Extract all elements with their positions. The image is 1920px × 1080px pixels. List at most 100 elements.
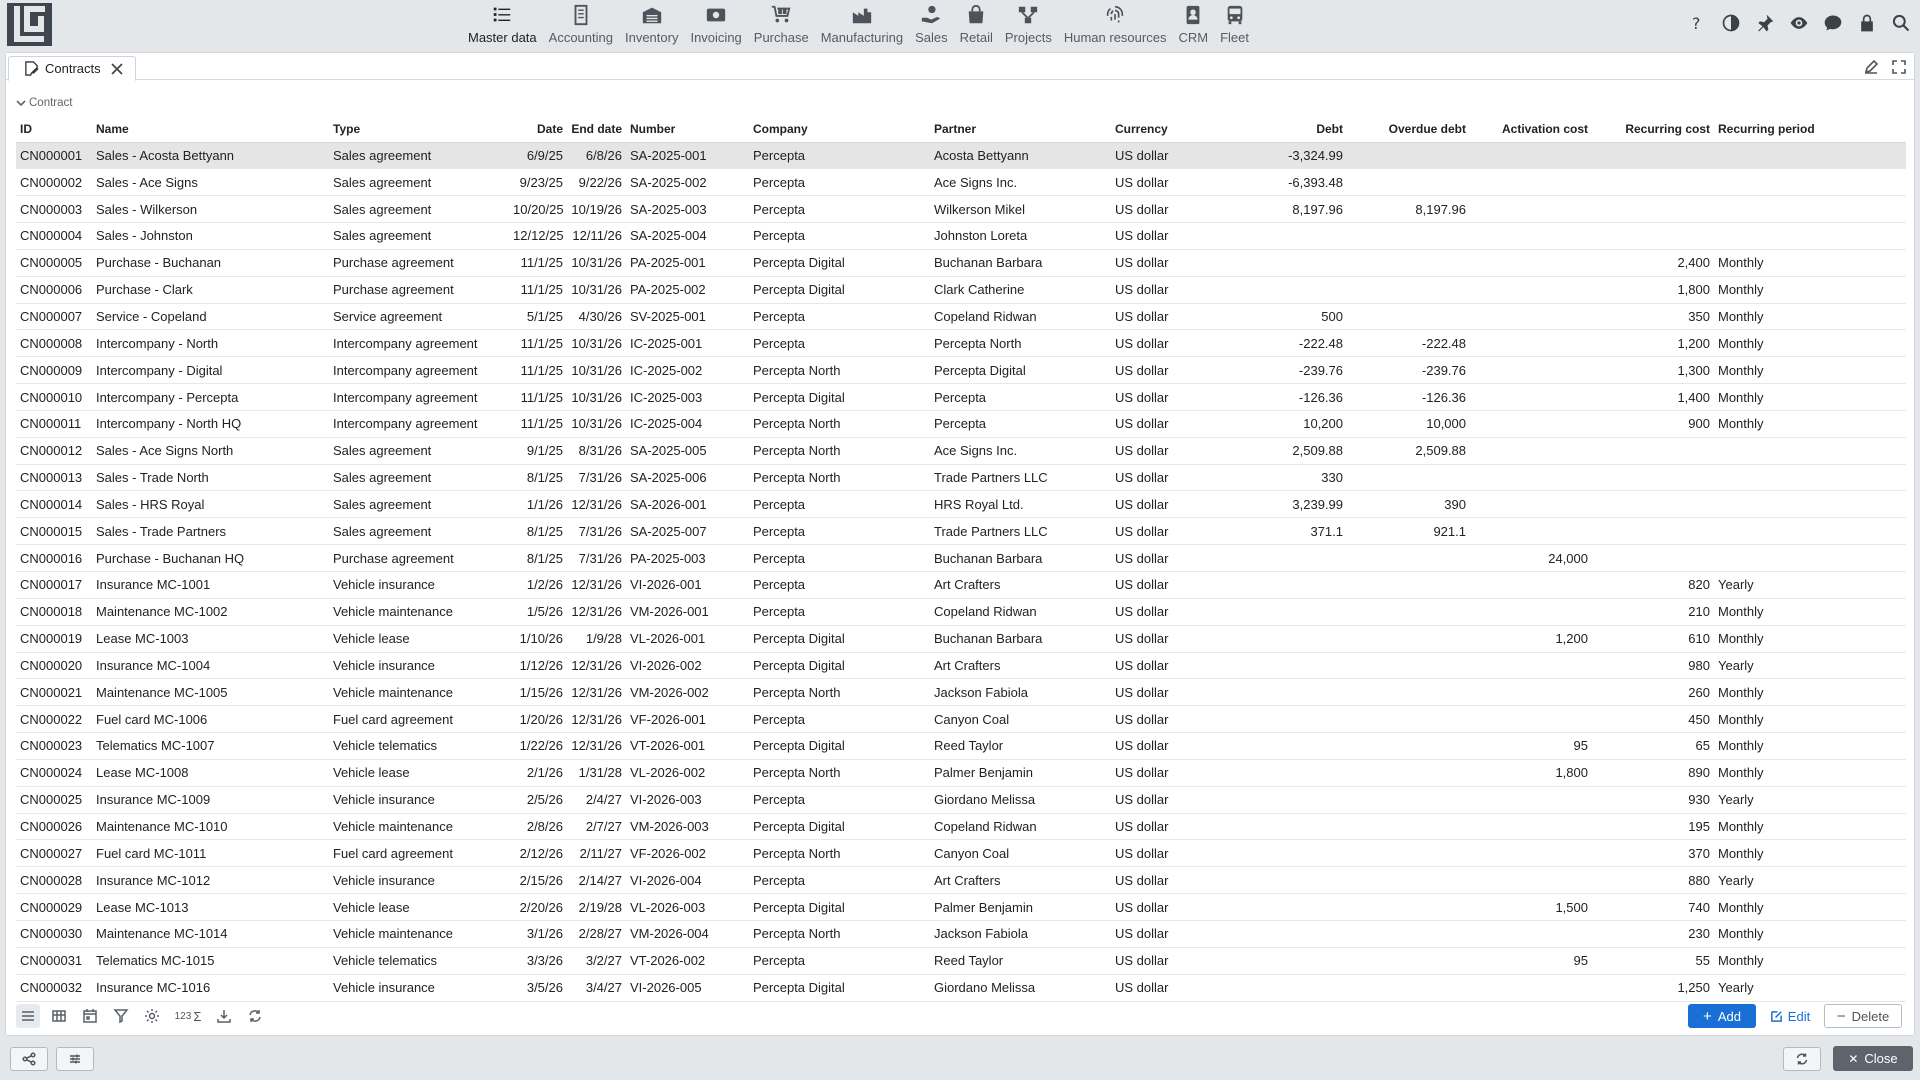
- filter-icon[interactable]: [109, 1004, 133, 1028]
- cell-recurring-cost: [1592, 490, 1714, 519]
- table-row[interactable]: CN000019 Lease MC-1003 Vehicle lease 1/10/2…: [16, 625, 1906, 653]
- column-header-end-date[interactable]: End date: [567, 116, 626, 143]
- table-row[interactable]: CN000020 Insurance MC-1004 Vehicle insuran…: [16, 652, 1906, 680]
- column-header-type[interactable]: Type: [329, 116, 509, 143]
- cell-debt: [1214, 678, 1347, 707]
- search-icon[interactable]: [1890, 12, 1912, 34]
- table-row[interactable]: CN000001 Sales - Acosta Bettyann Sales agr…: [16, 142, 1906, 170]
- tab-contracts[interactable]: Contracts: [8, 56, 136, 81]
- table-row[interactable]: CN000010 Intercompany - Percepta Intercomp…: [16, 383, 1906, 411]
- share-button[interactable]: [10, 1047, 48, 1071]
- module-accounting[interactable]: Accounting: [543, 0, 619, 49]
- table-row[interactable]: CN000003 Sales - Wilkerson Sales agreement…: [16, 195, 1906, 224]
- cell-company: Percepta: [749, 786, 930, 814]
- list-view-icon[interactable]: [16, 1004, 40, 1028]
- table-row[interactable]: CN000016 Purchase - Buchanan HQ Purchase a…: [16, 544, 1906, 572]
- module-crm[interactable]: CRM: [1172, 0, 1214, 49]
- table-row[interactable]: CN000013 Sales - Trade North Sales agreeme…: [16, 464, 1906, 492]
- edit-button[interactable]: Edit: [1764, 1004, 1816, 1028]
- close-tab-icon[interactable]: [110, 62, 124, 76]
- close-button[interactable]: ✕ Close: [1833, 1046, 1913, 1071]
- cell-name: Sales - Acosta Bettyann: [92, 142, 329, 170]
- column-header-name[interactable]: Name: [92, 116, 329, 143]
- table-row[interactable]: CN000002 Sales - Ace Signs Sales agreement…: [16, 168, 1906, 197]
- table-row[interactable]: CN000017 Insurance MC-1001 Vehicle insuran…: [16, 571, 1906, 599]
- table-row[interactable]: CN000029 Lease MC-1013 Vehicle lease 2/20/2…: [16, 893, 1906, 921]
- delete-button[interactable]: − Delete: [1824, 1004, 1902, 1028]
- eye-icon[interactable]: [1788, 12, 1810, 34]
- table-row[interactable]: CN000009 Intercompany - Digital Intercompa…: [16, 356, 1906, 385]
- column-header-recurring-period[interactable]: Recurring period: [1714, 116, 1906, 143]
- sum-label: 123: [174, 1010, 192, 1022]
- table-row[interactable]: CN000022 Fuel card MC-1006 Fuel card agree…: [16, 705, 1906, 734]
- table-row[interactable]: CN000031 Telematics MC-1015 Vehicle telema…: [16, 947, 1906, 975]
- column-header-partner[interactable]: Partner: [930, 116, 1111, 143]
- settings-gear-icon[interactable]: [140, 1004, 164, 1028]
- calendar-view-icon[interactable]: [78, 1004, 102, 1028]
- fullscreen-icon[interactable]: [1890, 58, 1908, 76]
- app-logo[interactable]: [7, 3, 52, 46]
- sum-totals-button[interactable]: 123 Σ: [171, 1004, 205, 1028]
- reload-button[interactable]: [1783, 1046, 1821, 1071]
- cell-name: Maintenance MC-1010: [92, 813, 329, 841]
- options-button[interactable]: [56, 1047, 94, 1071]
- table-row[interactable]: CN000018 Maintenance MC-1002 Vehicle maint…: [16, 598, 1906, 626]
- pin-icon[interactable]: [1754, 12, 1776, 34]
- table-row[interactable]: CN000030 Maintenance MC-1014 Vehicle maint…: [16, 920, 1906, 948]
- column-header-date[interactable]: Date: [509, 116, 567, 143]
- column-header-activation-cost[interactable]: Activation cost: [1470, 116, 1592, 143]
- table-row[interactable]: CN000015 Sales - Trade Partners Sales agre…: [16, 517, 1906, 546]
- section-contract[interactable]: Contract: [16, 97, 72, 109]
- table-row[interactable]: CN000032 Insurance MC-1016 Vehicle insuran…: [16, 974, 1906, 1002]
- table-row[interactable]: CN000011 Intercompany - North HQ Intercomp…: [16, 410, 1906, 438]
- pencil-icon[interactable]: [1862, 58, 1880, 76]
- cell-activation-cost: [1470, 303, 1592, 331]
- cell-number: VI-2026-004: [626, 866, 749, 895]
- table-row[interactable]: CN000027 Fuel card MC-1011 Fuel card agree…: [16, 839, 1906, 868]
- module-sales[interactable]: Sales: [909, 0, 954, 49]
- column-header-number[interactable]: Number: [626, 116, 749, 143]
- lock-icon[interactable]: [1856, 12, 1878, 34]
- table-row[interactable]: CN000023 Telematics MC-1007 Vehicle telema…: [16, 732, 1906, 760]
- column-header-overdue-debt[interactable]: Overdue debt: [1347, 116, 1470, 143]
- module-inventory[interactable]: Inventory: [619, 0, 684, 49]
- module-retail[interactable]: Retail: [954, 0, 999, 49]
- module-master-data[interactable]: Master data: [462, 0, 543, 49]
- cell-currency: US dollar: [1111, 517, 1214, 546]
- module-fleet[interactable]: Fleet: [1214, 0, 1255, 49]
- column-header-company[interactable]: Company: [749, 116, 930, 143]
- table-row[interactable]: CN000014 Sales - HRS Royal Sales agreement…: [16, 490, 1906, 519]
- module-manufacturing[interactable]: Manufacturing: [815, 0, 909, 49]
- column-header-debt[interactable]: Debt: [1214, 116, 1347, 143]
- cell-name: Purchase - Clark: [92, 276, 329, 304]
- download-icon[interactable]: [212, 1004, 236, 1028]
- pivot-view-icon[interactable]: [47, 1004, 71, 1028]
- table-row[interactable]: CN000005 Purchase - Buchanan Purchase agre…: [16, 249, 1906, 277]
- add-button[interactable]: + Add: [1688, 1004, 1756, 1028]
- table-row[interactable]: CN000021 Maintenance MC-1005 Vehicle maint…: [16, 678, 1906, 707]
- table-row[interactable]: CN000006 Purchase - Clark Purchase agreeme…: [16, 276, 1906, 304]
- table-row[interactable]: CN000007 Service - Copeland Service agreem…: [16, 303, 1906, 331]
- cell-name: Sales - Ace Signs North: [92, 437, 329, 465]
- cell-company: Percepta Digital: [749, 652, 930, 680]
- table-row[interactable]: CN000025 Insurance MC-1009 Vehicle insuran…: [16, 786, 1906, 814]
- table-row[interactable]: CN000024 Lease MC-1008 Vehicle lease 2/1/26…: [16, 759, 1906, 787]
- column-header-currency[interactable]: Currency: [1111, 116, 1214, 143]
- help-icon[interactable]: ?: [1686, 12, 1708, 34]
- cell-number: VM-2026-004: [626, 920, 749, 948]
- module-invoicing[interactable]: Invoicing: [684, 0, 747, 49]
- table-row[interactable]: CN000012 Sales - Ace Signs North Sales agr…: [16, 437, 1906, 465]
- refresh-cycle-icon[interactable]: [243, 1004, 267, 1028]
- theme-contrast-icon[interactable]: [1720, 12, 1742, 34]
- cell-id: CN000010: [16, 383, 92, 411]
- module-purchase[interactable]: Purchase: [748, 0, 815, 49]
- column-header-id[interactable]: ID: [16, 116, 92, 143]
- table-row[interactable]: CN000008 Intercompany - North Intercompany…: [16, 329, 1906, 358]
- module-human-resources[interactable]: Human resources: [1058, 0, 1173, 49]
- table-row[interactable]: CN000026 Maintenance MC-1010 Vehicle maint…: [16, 813, 1906, 841]
- chat-icon[interactable]: [1822, 12, 1844, 34]
- module-projects[interactable]: Projects: [999, 0, 1058, 49]
- column-header-recurring-cost[interactable]: Recurring cost: [1592, 116, 1714, 143]
- table-row[interactable]: CN000028 Insurance MC-1012 Vehicle insuran…: [16, 866, 1906, 895]
- table-row[interactable]: CN000004 Sales - Johnston Sales agreement 1…: [16, 222, 1906, 250]
